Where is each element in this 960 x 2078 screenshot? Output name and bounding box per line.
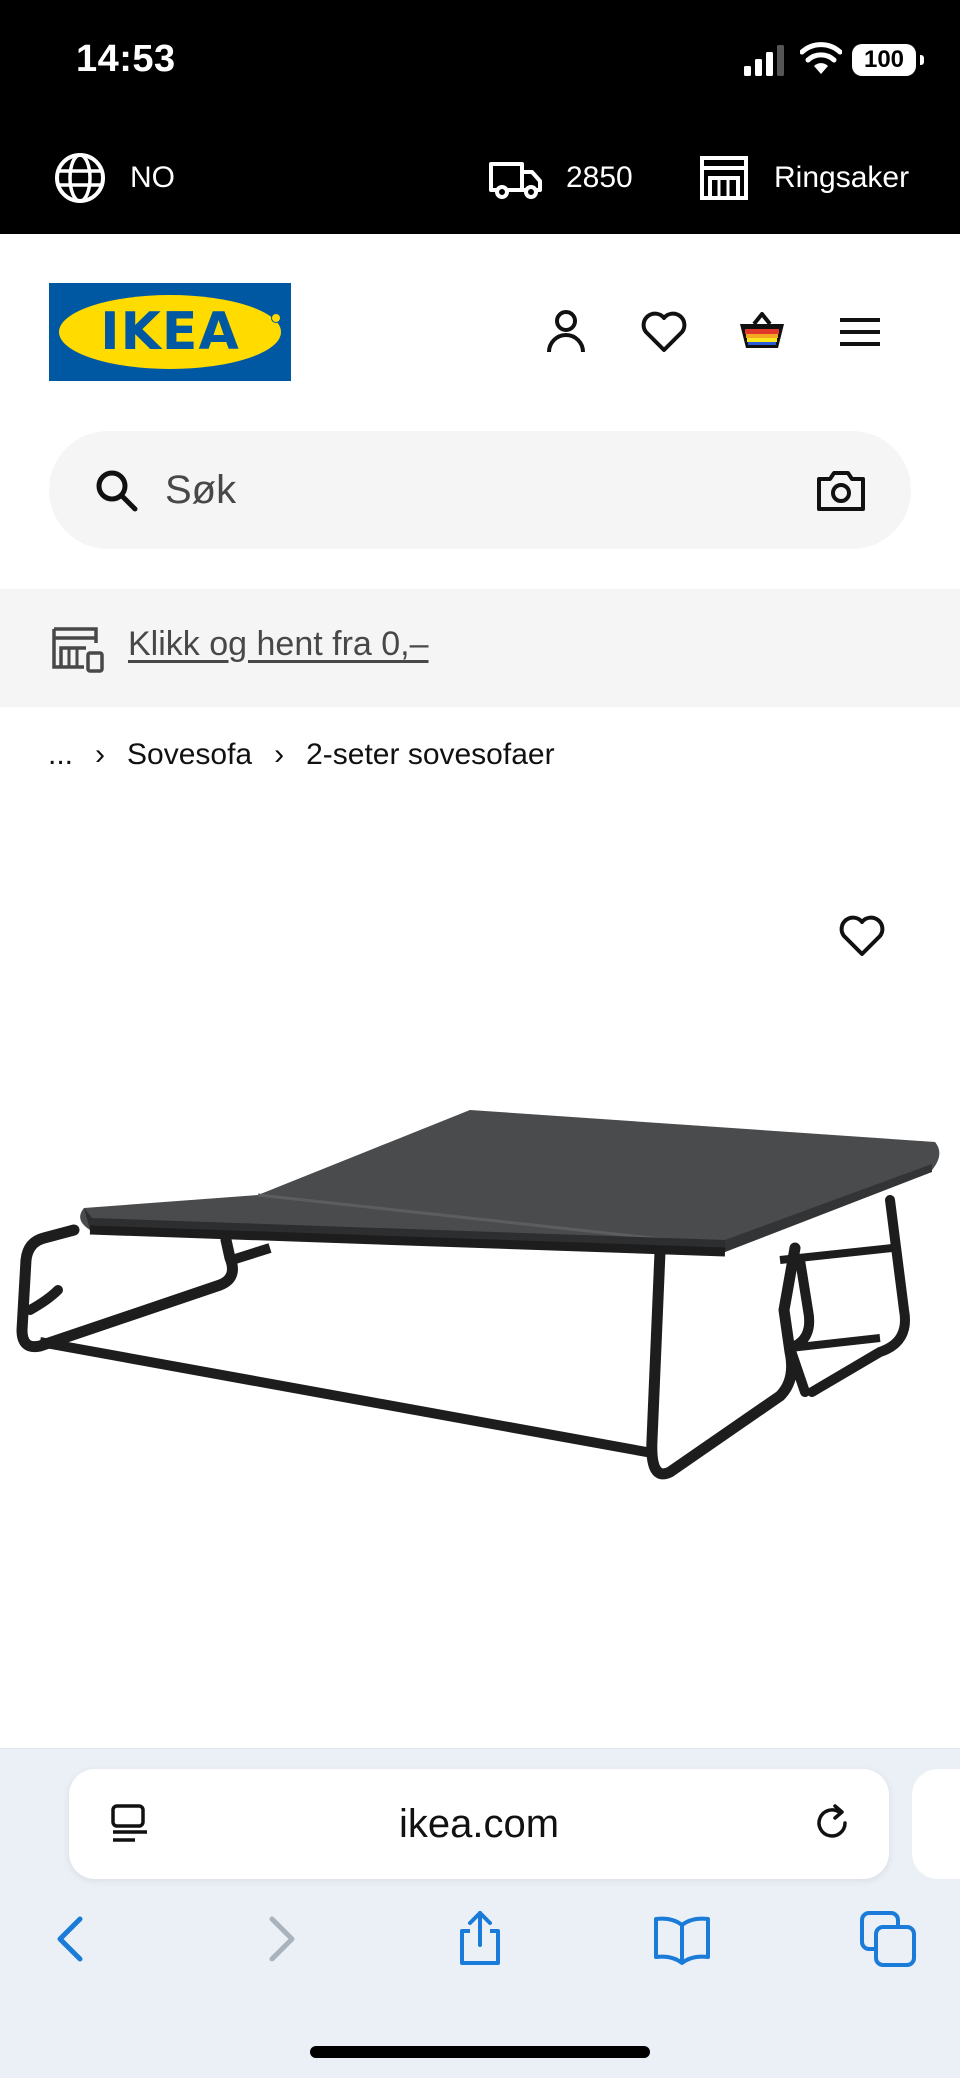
ikea-logo[interactable]: IKEA bbox=[49, 283, 291, 381]
logo-text: IKEA bbox=[100, 302, 240, 362]
bookmarks-button[interactable] bbox=[652, 1909, 712, 1969]
postcode-label: 2850 bbox=[566, 161, 633, 194]
breadcrumb-chevron-icon: › bbox=[274, 738, 285, 771]
store-selector[interactable]: Ringsaker bbox=[696, 150, 909, 206]
click-and-collect-banner: Klikk og hent fra 0,– bbox=[0, 589, 960, 707]
home-indicator bbox=[310, 2046, 650, 2058]
status-time: 14:53 bbox=[76, 38, 176, 80]
camera-icon[interactable] bbox=[815, 465, 867, 517]
chevron-right-icon bbox=[269, 1916, 295, 1962]
user-icon bbox=[547, 310, 585, 353]
search-icon bbox=[96, 470, 138, 512]
breadcrumb-item-sovesofa[interactable]: Sovesofa bbox=[127, 738, 252, 772]
search-input[interactable] bbox=[165, 457, 805, 523]
forward-button[interactable] bbox=[250, 1909, 310, 1969]
add-to-favourites-heart-icon[interactable] bbox=[836, 910, 888, 962]
store-pickup-icon bbox=[52, 627, 104, 673]
tabs-button[interactable] bbox=[858, 1909, 918, 1969]
store-label: Ringsaker bbox=[774, 161, 910, 194]
chevron-left-icon bbox=[57, 1916, 83, 1962]
breadcrumb-chevron-icon: › bbox=[95, 738, 106, 771]
next-tab-preview[interactable] bbox=[912, 1769, 960, 1879]
breadcrumb-item-2-seter-sovesofaer[interactable]: 2-seter sovesofaer bbox=[306, 738, 554, 772]
language-label: NO bbox=[130, 161, 175, 194]
battery-indicator: 100 bbox=[852, 44, 924, 76]
language-selector[interactable]: NO bbox=[52, 150, 175, 206]
tabs-icon bbox=[860, 1911, 916, 1967]
browser-toolbar: ikea.com bbox=[0, 1748, 960, 2078]
address-bar[interactable]: ikea.com bbox=[69, 1769, 889, 1879]
status-bar: 14:53 100 bbox=[0, 0, 960, 122]
share-icon bbox=[460, 1911, 500, 1965]
url-text: ikea.com bbox=[398, 1802, 560, 1846]
account-button[interactable] bbox=[536, 302, 596, 362]
reload-icon[interactable] bbox=[811, 1801, 855, 1845]
search-bar[interactable] bbox=[49, 431, 911, 549]
cellular-signal-icon bbox=[744, 45, 784, 76]
globe-icon bbox=[55, 153, 105, 203]
favourites-button[interactable] bbox=[634, 302, 694, 362]
breadcrumb-ellipsis[interactable]: ... bbox=[48, 738, 73, 772]
location-info-bar: NO 2850 Ringsaker bbox=[0, 122, 960, 234]
hamburger-menu-icon bbox=[840, 318, 880, 346]
heart-icon bbox=[641, 311, 687, 352]
back-button[interactable] bbox=[42, 1909, 102, 1969]
book-icon bbox=[654, 1916, 710, 1965]
share-button[interactable] bbox=[450, 1909, 510, 1969]
shopping-cart-button[interactable] bbox=[732, 302, 792, 362]
truck-icon bbox=[489, 162, 542, 199]
delivery-postcode[interactable]: 2850 bbox=[488, 150, 633, 206]
registered-mark bbox=[271, 313, 281, 323]
breadcrumb: ... › Sovesofa › 2-seter sovesofaer bbox=[48, 738, 555, 772]
menu-button[interactable] bbox=[830, 302, 890, 362]
wifi-icon bbox=[800, 42, 842, 74]
click-and-collect-link[interactable]: Klikk og hent fra 0,– bbox=[128, 625, 429, 664]
store-icon bbox=[700, 156, 748, 200]
product-image-sofa-bed bbox=[16, 1110, 940, 1480]
shopping-bag-icon bbox=[740, 312, 784, 348]
